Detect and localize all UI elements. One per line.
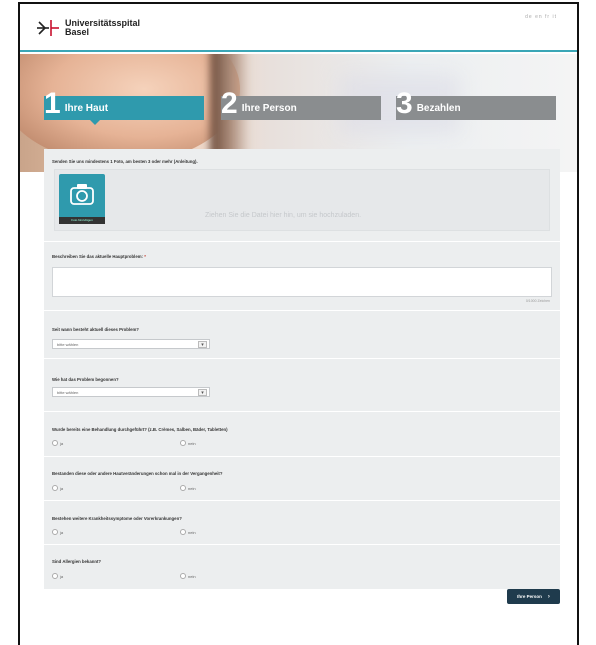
step-navigation: 1 Ihre Haut 2 Ihre Person 3 Bezahlen — [44, 88, 560, 125]
radio-label: ja — [60, 529, 64, 535]
treatment-question: Wurde bereits eine Behandlung durchgefüh… — [52, 427, 228, 432]
file-dropzone[interactable]: Foto hinzufügen Ziehen Sie die Datei hie… — [54, 169, 550, 231]
radio-label: nein — [188, 529, 196, 535]
radio-circle — [52, 573, 58, 579]
since-question: Seit wann besteht aktuell dieses Problem… — [52, 327, 139, 332]
chevron-down-icon: ▾ — [198, 341, 207, 348]
logo-mark-icon — [37, 18, 61, 38]
began-section: Wie hat das Problem begonnen? bitte wähl… — [44, 358, 560, 410]
step-number: 1 — [44, 87, 61, 120]
camera-icon — [70, 184, 94, 205]
char-counter: 0/1000 Zeichen — [525, 299, 550, 303]
step-number: 3 — [396, 87, 413, 120]
add-photo-label: Foto hinzufügen — [59, 217, 105, 224]
intake-form: Senden Sie uns mindestens 1 Foto, am bes… — [44, 149, 560, 589]
chevron-down-icon: ▾ — [198, 389, 207, 396]
radio-label: nein — [188, 440, 196, 446]
allergies-section: Sind Allergien bekannt? ja nein — [44, 544, 560, 589]
radio-label: ja — [60, 485, 64, 491]
step-label: Ihre Person — [241, 102, 297, 114]
since-section: Seit wann besteht aktuell dieses Problem… — [44, 310, 560, 357]
site-header: Universitätsspital Basel de en fr it — [20, 4, 577, 52]
allergies-no-radio[interactable]: nein — [180, 573, 196, 579]
past-yes-radio[interactable]: ja — [52, 485, 63, 491]
began-select[interactable]: bitte wählen ▾ — [52, 387, 210, 397]
treatment-yes-radio[interactable]: ja — [52, 440, 63, 446]
radio-circle — [180, 485, 186, 491]
language-switcher[interactable]: de en fr it — [525, 14, 557, 20]
chevron-right-icon: › — [547, 593, 550, 600]
past-question: Bestanden diese oder andere Hautveränder… — [52, 471, 223, 476]
problem-question-text: Beschreiben Sie das aktuelle Hauptproble… — [52, 254, 143, 259]
radio-circle — [52, 485, 58, 491]
allergies-question: Sind Allergien bekannt? — [52, 559, 102, 564]
since-select-value: bitte wählen — [57, 342, 79, 347]
logo-text: Universitätsspital Basel — [65, 19, 140, 37]
past-section: Bestanden diese oder andere Hautveränder… — [44, 456, 560, 499]
problem-textarea[interactable] — [52, 267, 552, 297]
radio-circle — [180, 529, 186, 535]
radio-circle — [180, 573, 186, 579]
drop-hint: Ziehen Sie die Datei hier hin, um sie ho… — [205, 212, 362, 219]
active-step-indicator — [90, 120, 100, 125]
treatment-no-radio[interactable]: nein — [180, 440, 196, 446]
symptoms-yes-radio[interactable]: ja — [52, 529, 63, 535]
logo-line2: Basel — [65, 27, 90, 37]
began-select-value: bitte wählen — [57, 390, 79, 395]
step-label: Ihre Haut — [64, 102, 109, 114]
step-2[interactable]: 2 Ihre Person — [221, 89, 381, 120]
logo[interactable]: Universitätsspital Basel — [37, 18, 140, 38]
next-step-label: Ihre Person — [517, 594, 542, 599]
since-select[interactable]: bitte wählen ▾ — [52, 339, 210, 349]
symptoms-no-radio[interactable]: nein — [180, 529, 196, 535]
step-label: Bezahlen — [416, 102, 461, 114]
treatment-section: Wurde bereits eine Behandlung durchgefüh… — [44, 411, 560, 455]
browser-frame: Universitätsspital Basel de en fr it 1 I… — [18, 2, 579, 645]
radio-label: nein — [188, 485, 196, 491]
radio-circle — [52, 529, 58, 535]
upload-section: Senden Sie uns mindestens 1 Foto, am bes… — [44, 149, 560, 240]
add-photo-button[interactable]: Foto hinzufügen — [59, 174, 105, 224]
upload-question: Senden Sie uns mindestens 1 Foto, am bes… — [52, 159, 198, 164]
problem-question: Beschreiben Sie das aktuelle Hauptproble… — [52, 254, 146, 259]
radio-circle — [52, 440, 58, 446]
step-number: 2 — [221, 87, 238, 120]
symptoms-question: Bestehen weitere Krankheitssymptome oder… — [52, 516, 182, 521]
required-mark: * — [144, 254, 146, 259]
step-1[interactable]: 1 Ihre Haut — [44, 89, 204, 120]
radio-label: nein — [188, 573, 196, 579]
symptoms-section: Bestehen weitere Krankheitssymptome oder… — [44, 500, 560, 543]
step-3[interactable]: 3 Bezahlen — [396, 89, 556, 120]
next-step-button[interactable]: Ihre Person › — [507, 589, 560, 604]
allergies-yes-radio[interactable]: ja — [52, 573, 63, 579]
radio-circle — [180, 440, 186, 446]
radio-label: ja — [60, 440, 64, 446]
past-no-radio[interactable]: nein — [180, 485, 196, 491]
radio-label: ja — [60, 573, 64, 579]
began-question: Wie hat das Problem begonnen? — [52, 377, 119, 382]
